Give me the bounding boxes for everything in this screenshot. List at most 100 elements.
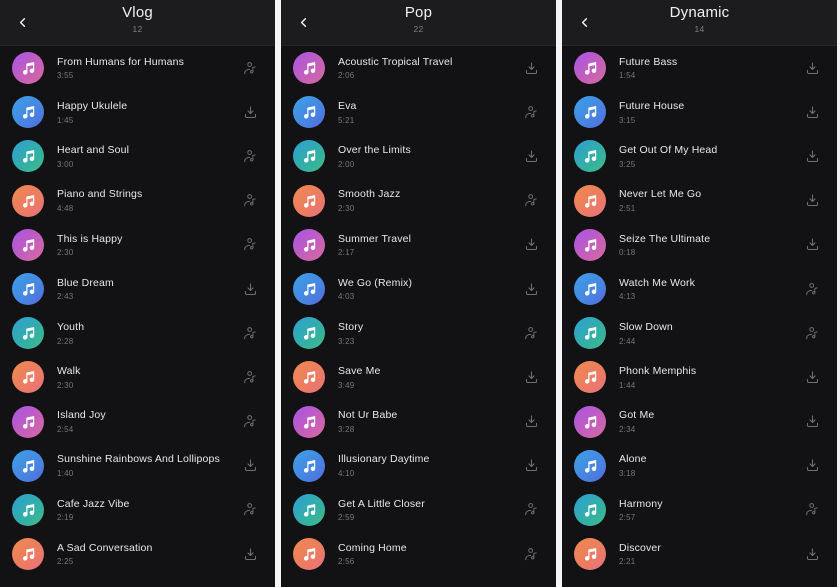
track-row[interactable]: From Humans for Humans 3:55 [0, 46, 275, 90]
artist-profile-icon[interactable] [520, 322, 542, 344]
download-icon[interactable] [520, 145, 542, 167]
track-row[interactable]: Youth 2:28 [0, 311, 275, 355]
track-title: Got Me [619, 409, 655, 422]
track-row[interactable]: Alone 3:18 [562, 444, 837, 488]
music-note-icon [20, 237, 36, 253]
artist-profile-icon[interactable] [239, 366, 261, 388]
track-artwork [12, 96, 44, 129]
track-row[interactable]: Get A Little Closer 2:59 [281, 488, 556, 532]
track-row[interactable]: Heart and Soul 3:00 [0, 134, 275, 178]
playlist-screens: Vlog 12 From Humans for Humans 3:55 Happy Uk… [0, 0, 840, 587]
track-row[interactable]: Save Me 3:49 [281, 355, 556, 399]
track-row[interactable]: Sunshine Rainbows And Lollipops 1:40 [0, 444, 275, 488]
download-icon[interactable] [239, 455, 261, 477]
track-row[interactable]: Illusionary Daytime 4:10 [281, 444, 556, 488]
track-info: Sunshine Rainbows And Lollipops 1:40 [57, 453, 231, 478]
music-note-icon [582, 193, 598, 209]
track-row[interactable]: We Go (Remix) 4:03 [281, 267, 556, 311]
track-title: Watch Me Work [619, 276, 696, 289]
track-row[interactable]: Happy Ukulele 1:45 [0, 90, 275, 134]
track-info: Save Me 3:49 [338, 365, 512, 390]
download-icon[interactable] [239, 101, 261, 123]
track-duration: 3:55 [57, 71, 74, 81]
track-row[interactable]: Over the Limits 2:00 [281, 134, 556, 178]
artist-profile-icon[interactable] [520, 499, 542, 521]
track-row[interactable]: Coming Home 2:56 [281, 532, 556, 576]
track-row[interactable]: Summer Travel 2:17 [281, 223, 556, 267]
download-icon[interactable] [801, 234, 823, 256]
artist-profile-icon[interactable] [520, 543, 542, 565]
artist-profile-icon[interactable] [801, 322, 823, 344]
panel-header: Vlog 12 [0, 0, 275, 46]
track-row[interactable]: Piano and Strings 4:48 [0, 179, 275, 223]
track-row[interactable]: Cafe Jazz Vibe 2:19 [0, 488, 275, 532]
track-row[interactable]: Seize The Ultimate 0:18 [562, 223, 837, 267]
track-duration: 2:30 [338, 203, 355, 213]
download-icon[interactable] [520, 455, 542, 477]
artist-profile-icon[interactable] [801, 499, 823, 521]
download-icon[interactable] [801, 190, 823, 212]
artist-profile-icon[interactable] [239, 411, 261, 433]
track-row[interactable]: Island Joy 2:54 [0, 400, 275, 444]
track-row[interactable]: Discover 2:21 [562, 532, 837, 576]
track-row[interactable]: Phonk Memphis 1:44 [562, 355, 837, 399]
back-button[interactable] [570, 8, 598, 36]
download-icon[interactable] [239, 543, 261, 565]
artist-profile-icon[interactable] [239, 57, 261, 79]
track-row[interactable]: A Sad Conversation 2:25 [0, 532, 275, 576]
artist-profile-icon[interactable] [801, 278, 823, 300]
track-list[interactable]: Future Bass 1:54 Future House 3:15 Get Out O… [562, 46, 837, 587]
music-note-icon [20, 502, 36, 518]
track-row[interactable]: Got Me 2:34 [562, 400, 837, 444]
artist-profile-icon[interactable] [520, 101, 542, 123]
track-row[interactable]: Eva 5:21 [281, 90, 556, 134]
track-row[interactable]: Watch Me Work 4:13 [562, 267, 837, 311]
artist-profile-icon[interactable] [239, 234, 261, 256]
track-info: Piano and Strings 4:48 [57, 188, 231, 213]
download-icon[interactable] [520, 411, 542, 433]
track-artwork [293, 140, 325, 173]
download-icon[interactable] [801, 145, 823, 167]
track-row[interactable]: Future Bass 1:54 [562, 46, 837, 90]
artist-profile-icon[interactable] [239, 145, 261, 167]
music-note-icon [582, 546, 598, 562]
download-icon[interactable] [520, 234, 542, 256]
track-row[interactable]: This is Happy 2:30 [0, 223, 275, 267]
track-row[interactable]: Smooth Jazz 2:30 [281, 179, 556, 223]
track-artwork [12, 52, 44, 85]
track-row[interactable]: Acoustic Tropical Travel 2:06 [281, 46, 556, 90]
download-icon[interactable] [801, 543, 823, 565]
track-duration: 2:28 [57, 336, 74, 346]
back-button[interactable] [8, 8, 36, 36]
page-title: Vlog [122, 4, 153, 21]
track-row[interactable]: Future House 3:15 [562, 90, 837, 134]
download-icon[interactable] [520, 366, 542, 388]
track-row[interactable]: Slow Down 2:44 [562, 311, 837, 355]
download-icon[interactable] [239, 278, 261, 300]
download-icon[interactable] [801, 411, 823, 433]
download-icon[interactable] [801, 455, 823, 477]
track-row[interactable]: Story 3:23 [281, 311, 556, 355]
artist-profile-icon[interactable] [520, 190, 542, 212]
track-row[interactable]: Harmony 2:57 [562, 488, 837, 532]
artist-profile-icon[interactable] [239, 499, 261, 521]
artist-profile-icon[interactable] [239, 322, 261, 344]
track-row[interactable]: Get Out Of My Head 3:25 [562, 134, 837, 178]
download-icon[interactable] [801, 57, 823, 79]
track-row[interactable]: Blue Dream 2:43 [0, 267, 275, 311]
back-button[interactable] [289, 8, 317, 36]
track-row[interactable]: Never Let Me Go 2:51 [562, 179, 837, 223]
artist-profile-icon[interactable] [239, 190, 261, 212]
download-icon[interactable] [520, 278, 542, 300]
track-list[interactable]: From Humans for Humans 3:55 Happy Ukulele 1… [0, 46, 275, 587]
header-center: Vlog 12 [122, 5, 153, 34]
track-info: Not Ur Babe 3:28 [338, 409, 512, 434]
track-artwork [293, 493, 325, 526]
track-row[interactable]: Walk 2:30 [0, 355, 275, 399]
download-icon[interactable] [801, 101, 823, 123]
track-artwork [574, 273, 606, 306]
track-row[interactable]: Not Ur Babe 3:28 [281, 400, 556, 444]
download-icon[interactable] [520, 57, 542, 79]
download-icon[interactable] [801, 366, 823, 388]
track-list[interactable]: Acoustic Tropical Travel 2:06 Eva 5:21 Over … [281, 46, 556, 587]
